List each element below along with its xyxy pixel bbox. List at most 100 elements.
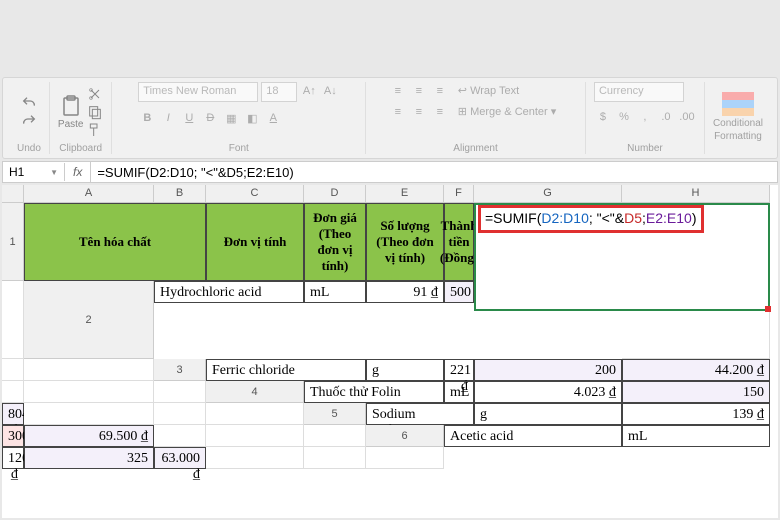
italic-button[interactable]: I — [159, 109, 177, 127]
cell-name[interactable]: Ferric chloride — [206, 359, 366, 381]
cell[interactable] — [2, 381, 24, 403]
col-header[interactable]: H — [622, 185, 770, 203]
cell[interactable] — [154, 381, 206, 403]
cell[interactable] — [2, 281, 24, 359]
col-header[interactable]: F — [444, 185, 474, 203]
table-header: Đơn vị tính — [206, 203, 304, 281]
clipboard-group-label: Clipboard — [59, 143, 102, 154]
cell-unit[interactable]: mL — [622, 425, 770, 447]
merge-center-button[interactable]: ⊞ Merge & Center ▾ — [452, 103, 563, 121]
cell-total[interactable]: 63.000 ₫ — [154, 447, 206, 469]
number-group-label: Number — [627, 143, 663, 154]
align-center-icon[interactable]: ≡ — [410, 103, 428, 121]
cell-unit[interactable]: mL — [304, 281, 366, 303]
underline-button[interactable]: U — [180, 109, 198, 127]
cell-price[interactable]: 126 ₫ — [2, 447, 24, 469]
paste-label: Paste — [58, 119, 84, 130]
formula-input[interactable]: =SUMIF(D2:D10; "<"&D5;E2:E10) — [91, 163, 777, 182]
font-size-select[interactable]: 18 — [261, 82, 297, 102]
row-header[interactable]: 6 — [366, 425, 444, 447]
comma-icon[interactable]: , — [636, 108, 654, 126]
align-top-icon[interactable]: ≡ — [389, 82, 407, 100]
copy-icon[interactable] — [87, 104, 103, 120]
cell-unit[interactable]: g — [366, 359, 444, 381]
cell-formula-overlay: =SUMIF(D2:D10; "<"&D5;E2:E10) — [478, 205, 704, 233]
bold-button[interactable]: B — [138, 109, 156, 127]
row-header[interactable]: 3 — [154, 359, 206, 381]
cell-total[interactable]: 69.500 ₫ — [24, 425, 154, 447]
col-header[interactable]: E — [366, 185, 444, 203]
cell-name[interactable]: Thuốc thử Folin — [304, 381, 444, 403]
paste-icon[interactable] — [59, 94, 83, 118]
cell-qty[interactable]: 500 — [444, 281, 474, 303]
cell[interactable] — [24, 403, 154, 425]
fill-handle[interactable] — [765, 306, 771, 312]
cell-qty[interactable]: 300 — [2, 425, 24, 447]
col-header[interactable]: C — [206, 185, 304, 203]
cell-total[interactable]: 804.600 ₫ — [2, 403, 24, 425]
cell[interactable] — [206, 403, 304, 425]
strike-button[interactable]: D — [201, 109, 219, 127]
cell-name[interactable]: Acetic acid — [444, 425, 622, 447]
number-format-select[interactable]: Currency — [594, 82, 684, 102]
shrink-font-icon[interactable]: A↓ — [321, 82, 339, 100]
dec-decimal-icon[interactable]: .00 — [678, 108, 696, 126]
cell[interactable] — [366, 447, 444, 469]
format-painter-icon[interactable] — [87, 122, 103, 138]
font-color-icon[interactable]: A — [264, 109, 282, 127]
cell-total[interactable]: 44.200 ₫ — [622, 359, 770, 381]
align-left-icon[interactable]: ≡ — [389, 103, 407, 121]
font-name-select[interactable]: Times New Roman — [138, 82, 258, 102]
cell-unit[interactable]: mL — [444, 381, 474, 403]
cell-name[interactable]: Sodium carbonate — [366, 403, 474, 425]
cut-icon[interactable] — [87, 86, 103, 102]
cond-format-icon — [722, 92, 754, 116]
name-box[interactable]: H1▼ — [3, 163, 65, 181]
cell[interactable] — [304, 447, 366, 469]
currency-icon[interactable]: $ — [594, 108, 612, 126]
col-header[interactable]: G — [474, 185, 622, 203]
cell-price[interactable]: 221 ₫ — [444, 359, 474, 381]
conditional-formatting-button[interactable]: Conditional Formatting — [713, 92, 763, 142]
col-header[interactable]: B — [154, 185, 206, 203]
cell[interactable] — [24, 359, 154, 381]
col-header[interactable] — [2, 185, 24, 203]
cell-qty[interactable]: 200 — [474, 359, 622, 381]
inc-decimal-icon[interactable]: .0 — [657, 108, 675, 126]
row-header[interactable]: 4 — [206, 381, 304, 403]
grow-font-icon[interactable]: A↑ — [300, 82, 318, 100]
cell[interactable] — [24, 381, 154, 403]
align-bot-icon[interactable]: ≡ — [431, 82, 449, 100]
col-header[interactable]: D — [304, 185, 366, 203]
cell-unit[interactable]: g — [474, 403, 622, 425]
cell[interactable] — [206, 447, 304, 469]
cell-qty[interactable]: 150 — [622, 381, 770, 403]
cell-qty[interactable]: 325 — [24, 447, 154, 469]
row-header[interactable]: 1 — [2, 203, 24, 281]
cell[interactable] — [206, 425, 304, 447]
cell[interactable] — [154, 425, 206, 447]
percent-icon[interactable]: % — [615, 108, 633, 126]
cell[interactable] — [304, 425, 366, 447]
cell-name[interactable]: Hydrochloric acid — [154, 281, 304, 303]
align-mid-icon[interactable]: ≡ — [410, 82, 428, 100]
fx-icon[interactable]: fx — [65, 162, 91, 182]
align-right-icon[interactable]: ≡ — [431, 103, 449, 121]
col-header[interactable]: A — [24, 185, 154, 203]
spreadsheet[interactable]: ABCDEFGH1Tên hóa chấtĐơn vị tínhĐơn giá … — [2, 185, 778, 518]
redo-icon[interactable] — [21, 113, 37, 129]
cell-price[interactable]: 91 ₫ — [366, 281, 444, 303]
cell[interactable] — [154, 403, 206, 425]
border-icon[interactable]: ▦ — [222, 109, 240, 127]
chevron-down-icon[interactable]: ▼ — [50, 168, 58, 177]
formula-bar: H1▼ fx =SUMIF(D2:D10; "<"&D5;E2:E10) — [2, 161, 778, 183]
cell[interactable] — [2, 359, 24, 381]
cell-price[interactable]: 4.023 ₫ — [474, 381, 622, 403]
wrap-text-button[interactable]: ↩ Wrap Text — [452, 82, 525, 100]
fill-color-icon[interactable]: ◧ — [243, 109, 261, 127]
undo-icon[interactable] — [21, 95, 37, 111]
table-header: Thành tiền (Đồng) — [444, 203, 474, 281]
row-header[interactable]: 5 — [304, 403, 366, 425]
cell-price[interactable]: 139 ₫ — [622, 403, 770, 425]
row-header[interactable]: 2 — [24, 281, 154, 359]
